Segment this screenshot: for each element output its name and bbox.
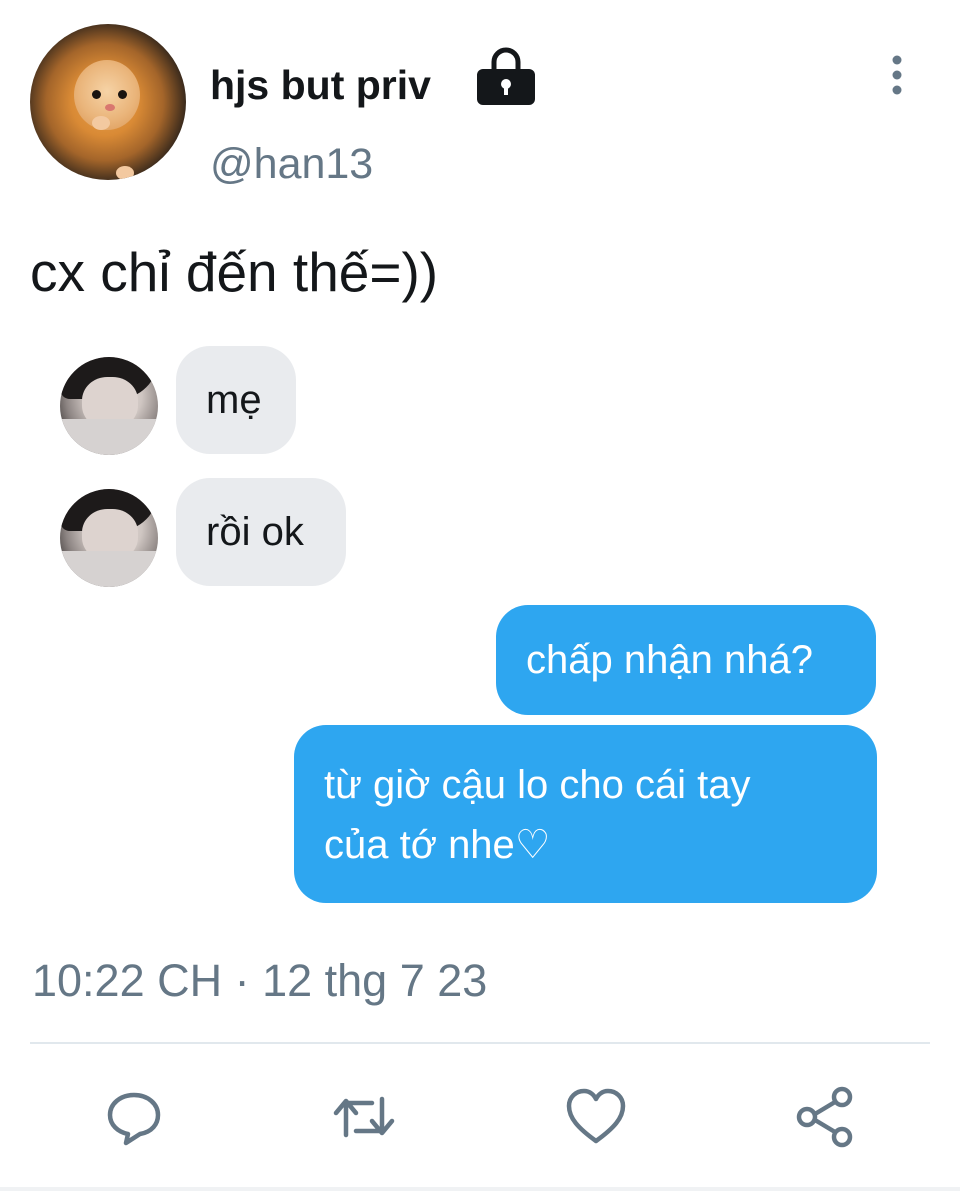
chat-avatar	[60, 489, 158, 587]
hamster-nose	[105, 104, 115, 111]
like-button[interactable]	[564, 1085, 628, 1149]
tweet-timestamp[interactable]: 10:22 CH · 12 thg 7 23	[32, 955, 487, 1007]
outgoing-message-bubble: chấp nhận nhá?	[496, 605, 876, 715]
heart-icon	[566, 1088, 626, 1144]
chat-avatar-shirt	[60, 551, 158, 587]
message-text: rồi ok	[206, 509, 304, 554]
hamster-paw-right	[116, 166, 134, 180]
lock-icon	[475, 44, 537, 106]
share-icon	[796, 1086, 853, 1148]
chat-avatar-shirt	[60, 419, 158, 455]
user-handle[interactable]: @han13	[210, 140, 373, 189]
retweet-button[interactable]	[332, 1085, 396, 1149]
reply-button[interactable]	[102, 1085, 166, 1149]
hamster-eye-right	[118, 90, 127, 99]
share-button[interactable]	[794, 1085, 858, 1149]
reply-icon	[107, 1092, 161, 1146]
bottom-divider	[0, 1187, 960, 1191]
message-text: mẹ	[206, 377, 262, 422]
tweet-text: cx chỉ đến thế=))	[30, 241, 439, 303]
message-text-line: từ giờ cậu lo cho cái tay	[324, 763, 751, 807]
message-text: chấp nhận nhá?	[526, 637, 813, 682]
incoming-message-bubble: mẹ	[176, 346, 296, 454]
hamster-eye-left	[92, 90, 101, 99]
more-vertical-icon[interactable]	[886, 52, 908, 100]
incoming-message-bubble: rồi ok	[176, 478, 346, 586]
divider	[30, 1042, 930, 1044]
hamster-paw-left	[92, 116, 110, 130]
chat-avatar	[60, 357, 158, 455]
display-name[interactable]: hjs but priv	[210, 62, 431, 109]
message-text-line: của tớ nhe♡	[324, 823, 551, 867]
retweet-icon	[333, 1096, 395, 1138]
outgoing-message-bubble: từ giờ cậu lo cho cái tay của tớ nhe♡	[294, 725, 877, 903]
profile-avatar[interactable]	[30, 24, 186, 180]
